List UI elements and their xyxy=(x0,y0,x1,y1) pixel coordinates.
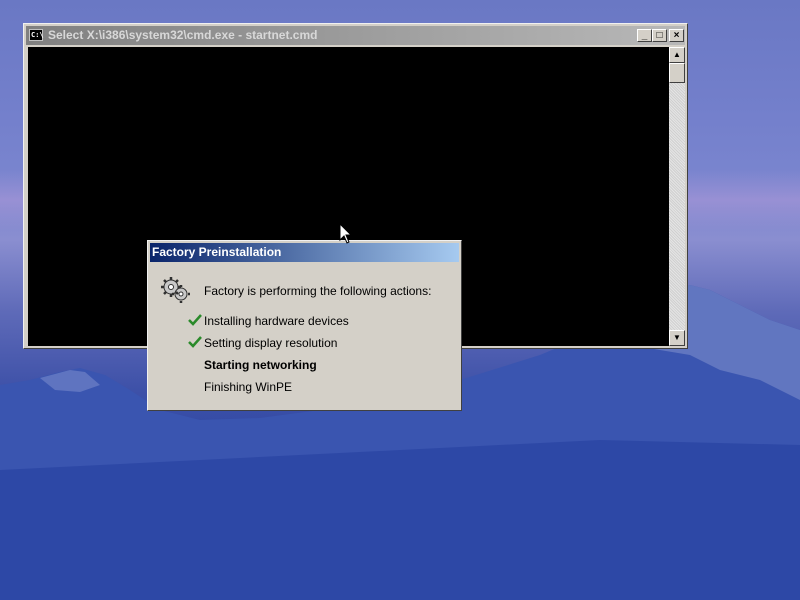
cmd-icon: C:\ xyxy=(29,29,44,41)
console-titlebar[interactable]: C:\ Select X:\i386\system32\cmd.exe - st… xyxy=(26,26,685,45)
scroll-down-button[interactable]: ▼ xyxy=(669,330,685,346)
minimize-button[interactable]: _ xyxy=(637,29,652,42)
dialog-intro-text: Factory is performing the following acti… xyxy=(204,284,432,298)
dialog-title[interactable]: Factory Preinstallation xyxy=(150,243,459,262)
maximize-button[interactable]: □ xyxy=(652,29,667,42)
scroll-up-button[interactable]: ▲ xyxy=(669,47,685,63)
action-item-current: Starting networking xyxy=(204,358,317,372)
gears-icon xyxy=(161,277,190,303)
check-icon xyxy=(188,336,202,348)
console-scrollbar[interactable]: ▲ ▼ xyxy=(669,47,685,346)
action-item: Installing hardware devices xyxy=(204,314,349,328)
action-item: Setting display resolution xyxy=(204,336,338,350)
scroll-thumb[interactable] xyxy=(669,63,685,83)
mouse-pointer-icon xyxy=(339,223,353,244)
check-icon xyxy=(188,314,202,326)
factory-dialog[interactable]: Factory Preinstallation Factory is perfo… xyxy=(147,240,462,411)
close-button[interactable]: × xyxy=(669,29,684,42)
console-title: Select X:\i386\system32\cmd.exe - startn… xyxy=(48,28,318,42)
action-item: Finishing WinPE xyxy=(204,380,293,394)
